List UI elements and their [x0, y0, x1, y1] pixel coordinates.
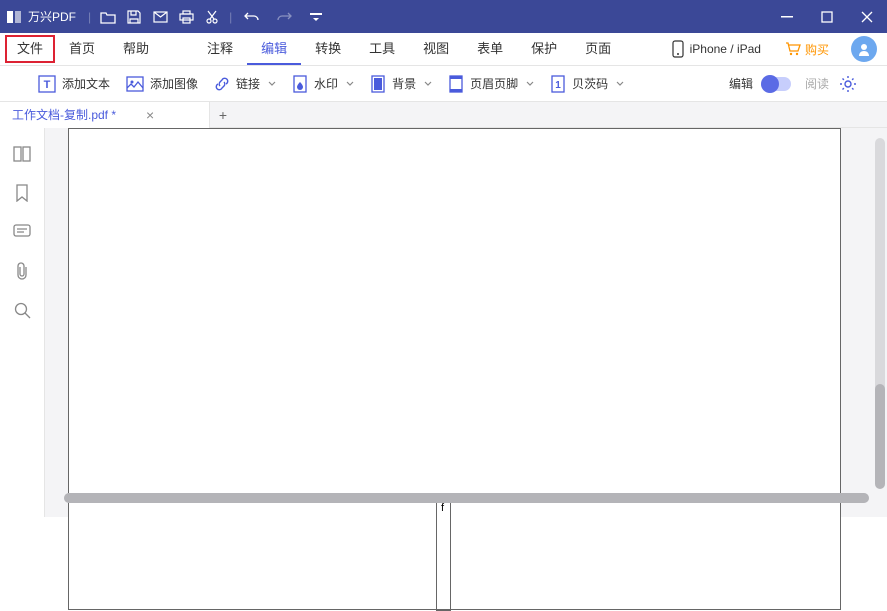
print-icon[interactable]	[173, 0, 199, 33]
menu-convert[interactable]: 转换	[301, 33, 355, 65]
svg-text:T: T	[44, 79, 51, 91]
thumbnails-icon[interactable]	[13, 146, 31, 162]
document-tab[interactable]: 工作文档-复制.pdf * ×	[0, 102, 210, 128]
quick-access-dropdown-icon[interactable]	[300, 0, 332, 33]
separator: |	[229, 10, 232, 24]
buy-button[interactable]: 购买	[773, 41, 841, 58]
app-logo-icon	[0, 0, 28, 33]
watermark-label: 水印	[314, 75, 338, 92]
phone-icon	[672, 40, 684, 58]
header-footer-label: 页眉页脚	[470, 75, 518, 92]
link-icon	[214, 76, 230, 92]
menu-help[interactable]: 帮助	[109, 33, 163, 65]
chevron-down-icon[interactable]	[268, 81, 276, 86]
close-button[interactable]	[847, 0, 887, 33]
attachment-icon[interactable]	[15, 262, 29, 280]
background-button[interactable]: 背景	[362, 66, 440, 102]
buy-label: 购买	[805, 41, 829, 58]
bookmark-icon[interactable]	[15, 184, 29, 202]
settings-icon[interactable]	[839, 75, 857, 93]
redo-icon[interactable]	[268, 0, 300, 33]
open-icon[interactable]	[95, 0, 121, 33]
menu-comment[interactable]: 注释	[193, 33, 247, 65]
tabbar: 工作文档-复制.pdf * × +	[0, 102, 887, 128]
pdf-page[interactable]: f	[68, 128, 841, 610]
add-text-label: 添加文本	[62, 75, 110, 92]
tab-title: 工作文档-复制.pdf *	[12, 106, 116, 123]
menu-protect[interactable]: 保护	[517, 33, 571, 65]
svg-text:1: 1	[555, 80, 561, 91]
canvas-area[interactable]: f	[45, 128, 887, 517]
app-title: 万兴PDF	[28, 8, 76, 25]
link-button[interactable]: 链接	[206, 66, 284, 102]
chevron-down-icon[interactable]	[526, 81, 534, 86]
close-tab-icon[interactable]: ×	[146, 107, 154, 123]
menu-form[interactable]: 表单	[463, 33, 517, 65]
cart-icon	[785, 42, 801, 56]
header-footer-icon	[448, 75, 464, 93]
search-icon[interactable]	[14, 302, 31, 319]
add-tab-button[interactable]: +	[210, 102, 236, 128]
add-image-button[interactable]: 添加图像	[118, 66, 206, 102]
menu-page[interactable]: 页面	[571, 33, 625, 65]
undo-icon[interactable]	[236, 0, 268, 33]
edit-read-toggle[interactable]	[761, 77, 791, 91]
background-icon	[370, 75, 386, 93]
image-icon	[126, 76, 144, 92]
mode-read-label: 阅读	[805, 75, 829, 92]
device-label: iPhone / iPad	[690, 42, 761, 56]
device-button[interactable]: iPhone / iPad	[660, 33, 773, 66]
menu-view[interactable]: 视图	[409, 33, 463, 65]
vertical-scroll-thumb[interactable]	[875, 384, 885, 489]
user-avatar[interactable]	[851, 36, 877, 62]
minimize-button[interactable]	[767, 0, 807, 33]
text-box[interactable]: f	[436, 499, 451, 611]
mail-icon[interactable]	[147, 0, 173, 33]
edit-toolbar: T 添加文本 添加图像 链接 水印 背景 页眉页脚 1 贝茨码 编辑 阅读	[0, 66, 887, 102]
menubar: 文件 首页 帮助 注释 编辑 转换 工具 视图 表单 保护 页面 iPhone …	[0, 33, 887, 66]
bates-icon: 1	[550, 75, 566, 93]
link-label: 链接	[236, 75, 260, 92]
separator: |	[88, 10, 91, 24]
titlebar: 万兴PDF | |	[0, 0, 887, 33]
chevron-down-icon[interactable]	[346, 81, 354, 86]
workspace: f	[0, 128, 887, 517]
menu-tools[interactable]: 工具	[355, 33, 409, 65]
user-icon	[857, 42, 871, 56]
cut-icon[interactable]	[199, 0, 225, 33]
horizontal-scrollbar[interactable]	[64, 493, 869, 503]
text-icon: T	[38, 75, 56, 93]
comments-icon[interactable]	[13, 224, 31, 240]
background-label: 背景	[392, 75, 416, 92]
header-footer-button[interactable]: 页眉页脚	[440, 66, 542, 102]
left-sidebar	[0, 128, 45, 517]
watermark-icon	[292, 75, 308, 93]
vertical-scrollbar[interactable]	[875, 138, 885, 487]
chevron-down-icon[interactable]	[424, 81, 432, 86]
add-image-label: 添加图像	[150, 75, 198, 92]
menu-home[interactable]: 首页	[55, 33, 109, 65]
watermark-button[interactable]: 水印	[284, 66, 362, 102]
menu-file[interactable]: 文件	[5, 35, 55, 63]
add-text-button[interactable]: T 添加文本	[30, 66, 118, 102]
save-icon[interactable]	[121, 0, 147, 33]
maximize-button[interactable]	[807, 0, 847, 33]
mode-edit-label: 编辑	[729, 75, 753, 92]
bates-label: 贝茨码	[572, 75, 608, 92]
chevron-down-icon[interactable]	[616, 81, 624, 86]
bates-button[interactable]: 1 贝茨码	[542, 66, 632, 102]
menu-edit[interactable]: 编辑	[247, 33, 301, 65]
horizontal-scroll-thumb[interactable]	[64, 493, 869, 503]
